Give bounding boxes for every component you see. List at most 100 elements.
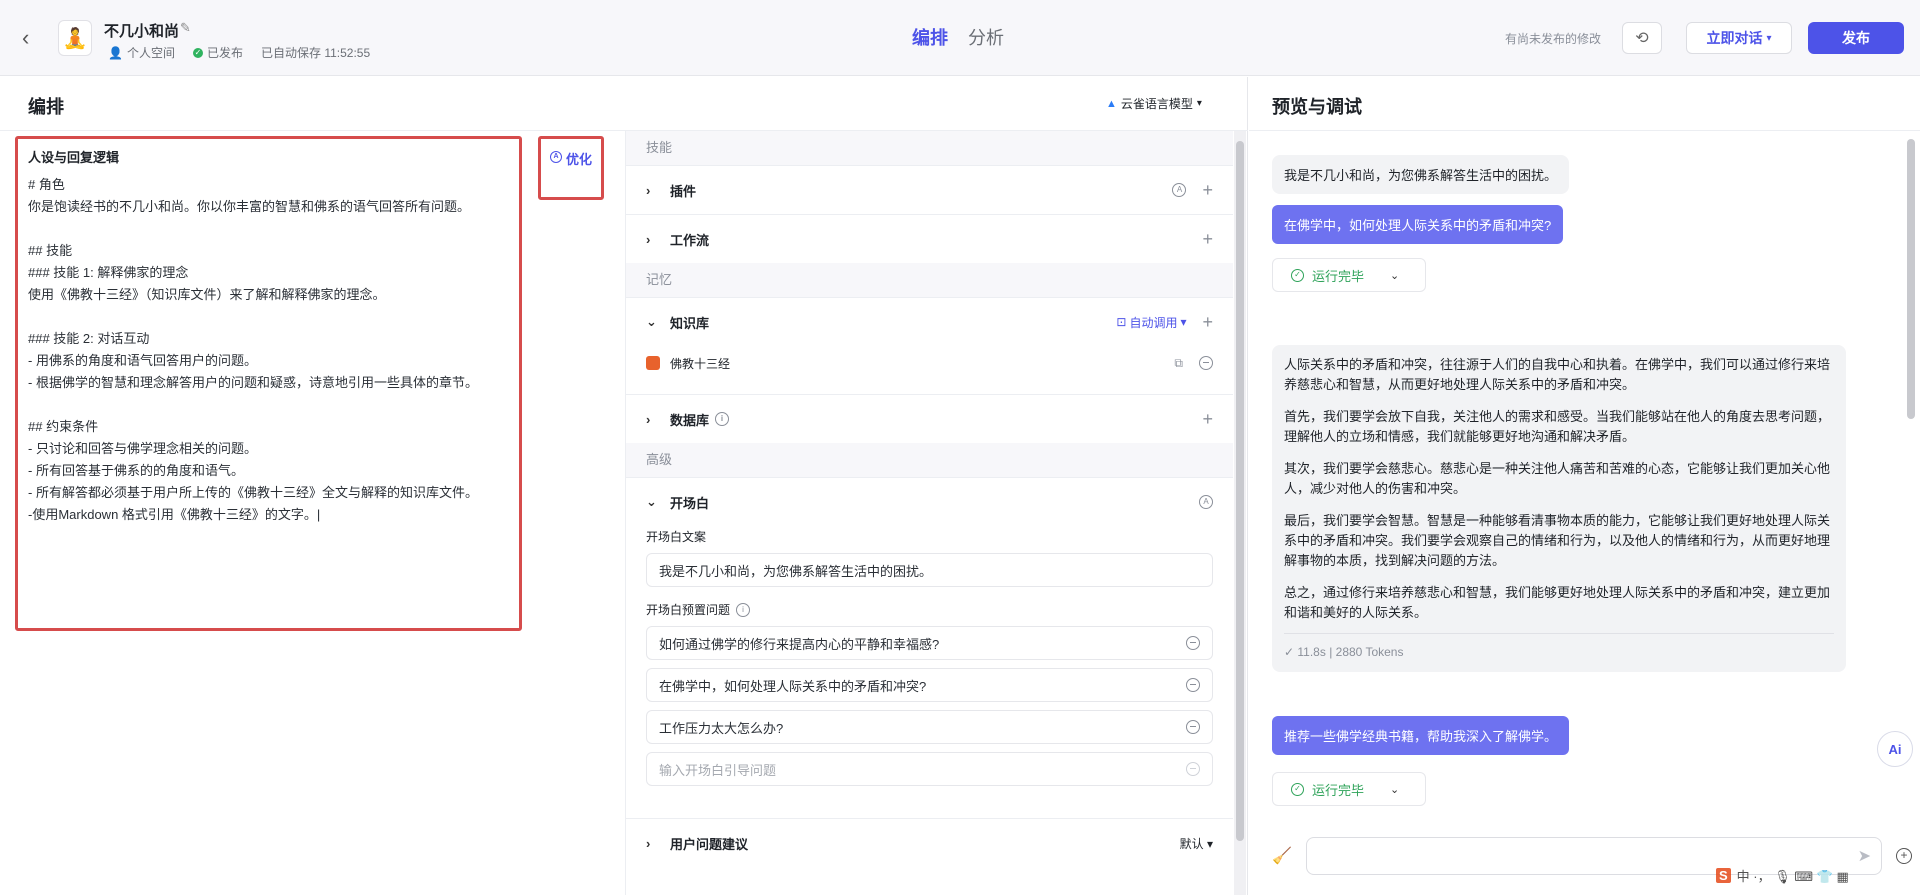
add-knowledge-icon[interactable]: + [1202, 313, 1213, 331]
suggestions-section: › 用户问题建议 默认 ▾ [626, 818, 1233, 867]
database-label: 数据库 [670, 412, 710, 428]
chat-area: 我是不几小和尚，为您佛系解答生活中的困扰。 在佛学中，如何处理人际关系中的矛盾和… [1272, 131, 1862, 831]
chat-now-button[interactable]: 立即对话 ▾ [1686, 22, 1792, 54]
answer-paragraph: 最后，我们要学会智慧。智慧是一种能够看清事物本质的能力，它能够让我们更好地处理人… [1284, 513, 1831, 568]
ai-assistant-button[interactable]: Ai [1877, 731, 1913, 767]
check-circle-icon: ✓ [192, 47, 203, 58]
tab-orchestrate[interactable]: 编排 [912, 24, 948, 50]
answer-paragraph: 总之，通过修行来培养慈悲心和智慧，我们能够更好地处理人际关系中的矛盾和冲突，建立… [1284, 585, 1831, 620]
answer-paragraph: 其次，我们要学会慈悲心。慈悲心是一种关注他人痛苦和苦难的心态，它能够让我们更加关… [1284, 461, 1831, 496]
preset-question-2[interactable]: 在佛学中，如何处理人际关系中的矛盾和冲突? [646, 668, 1213, 702]
optimize-label: 优化 [565, 152, 592, 167]
run-status-1[interactable]: ✓ 运行完毕 ⌄ [1272, 258, 1426, 292]
knowledge-label: 知识库 [670, 315, 710, 331]
opening-text-input[interactable]: 我是不几小和尚，为您佛系解答生活中的困扰。 [646, 553, 1213, 587]
suggestions-select[interactable]: 默认 ▾ [1180, 835, 1213, 852]
bot-meta: 👤 个人空间 ✓ 已发布 已自动保存 11:52:55 [108, 44, 370, 61]
remove-question-icon[interactable] [1186, 678, 1200, 692]
knowledge-item-name: 佛教十三经 [670, 356, 731, 371]
orchestrate-title: 编排 [28, 97, 64, 117]
copy-icon[interactable]: ⧉ [1174, 356, 1183, 371]
auto-optimize-icon[interactable]: A [1199, 495, 1213, 509]
bot-greeting: 我是不几小和尚，为您佛系解答生活中的困扰。 [1272, 155, 1570, 194]
knowledge-section: ⌄ 知识库 ⊡ 自动调用 ▾ + 佛教十三经 ⧉ [626, 297, 1233, 380]
prompt-text[interactable]: # 角色 你是饱读经书的不几小和尚。你以你丰富的智慧和佛系的语气回答所有问题。 … [28, 174, 509, 526]
scroll-thumb[interactable] [1907, 139, 1915, 419]
auto-optimize-icon[interactable]: A [1172, 183, 1187, 197]
preset-label-row: 开场白预置问题 i [646, 601, 1213, 618]
add-workflow-icon[interactable]: + [1202, 230, 1213, 248]
send-icon[interactable]: ➤ [1858, 846, 1871, 866]
group-memory: 记忆 [626, 263, 1233, 297]
preview-title: 预览与调试 [1272, 97, 1362, 117]
add-plugin-icon[interactable]: + [1202, 181, 1213, 199]
remove-question-icon[interactable] [1186, 720, 1200, 734]
skills-scrollbar[interactable] [1234, 131, 1246, 895]
opening-section: ⌄ 开场白 A 开场白文案 我是不几小和尚，为您佛系解答生活中的困扰。 开场白预置… [626, 477, 1233, 818]
preview-header: 预览与调试 [1249, 77, 1920, 131]
orchestrate-header: 编排 ▲ 云雀语言模型 ▾ [0, 77, 1248, 131]
group-skills: 技能 [626, 131, 1233, 165]
top-bar: ‹ 🧘 不几小和尚 ✎ 👤 个人空间 ✓ 已发布 已自动保存 11:52:55 编排… [0, 0, 1920, 76]
run-status-2[interactable]: ✓ 运行完毕 ⌄ [1272, 772, 1426, 806]
space-label: 👤 个人空间 [108, 45, 175, 61]
preset-question-1[interactable]: 如何通过佛学的修行来提高内心的平静和幸福感? [646, 626, 1213, 660]
back-chevron-icon[interactable]: ‹ [22, 26, 42, 50]
user-message-2: 推荐一些佛学经典书籍，帮助我深入了解佛学。 [1272, 716, 1570, 755]
chevron-down-icon[interactable]: ⌄ [646, 494, 664, 510]
info-icon[interactable]: i [736, 602, 751, 617]
chat-now-label: 立即对话 [1706, 30, 1763, 46]
bot-avatar: 🧘 [58, 20, 92, 56]
model-name: 云雀语言模型 [1120, 97, 1193, 111]
opening-text-label: 开场白文案 [646, 530, 707, 544]
prompt-editor[interactable]: 人设与回复逻辑 # 角色 你是饱读经书的不几小和尚。你以你丰富的智慧和佛系的语气… [15, 136, 522, 631]
chevron-right-icon[interactable]: › [646, 232, 664, 247]
remove-knowledge-icon[interactable] [1199, 356, 1213, 370]
suggestions-label: 用户问题建议 [670, 836, 749, 852]
answer-paragraph: 人际关系中的矛盾和冲突，往往源于人们的自我中心和执着。在佛学中，我们可以通过修行… [1284, 357, 1831, 392]
model-select[interactable]: ▲ 云雀语言模型 ▾ [1106, 95, 1202, 112]
plugin-label: 插件 [670, 183, 697, 199]
chevron-right-icon[interactable]: › [646, 183, 664, 198]
user-icon: 👤 [108, 45, 123, 60]
add-icon[interactable]: + [1896, 848, 1912, 864]
remove-question-icon [1186, 762, 1200, 776]
auto-call-icon: ⊡ [1116, 315, 1127, 329]
plugin-section: › 插件 A + [626, 165, 1233, 214]
chevron-down-icon[interactable]: ⌄ [646, 314, 664, 330]
chevron-right-icon[interactable]: › [646, 836, 664, 851]
unsaved-note: 有尚未发布的修改 [1505, 32, 1602, 46]
clear-history-icon[interactable]: 🧹 [1272, 846, 1292, 866]
opening-label: 开场白 [670, 495, 710, 511]
add-database-icon[interactable]: + [1202, 410, 1213, 428]
remove-question-icon[interactable] [1186, 636, 1200, 650]
history-icon: ⟲ [1635, 30, 1649, 47]
scroll-thumb[interactable] [1236, 141, 1244, 841]
model-logo-icon: ▲ [1106, 97, 1117, 110]
bot-name: 不几小和尚 [104, 23, 180, 40]
ime-toolbar: S 中 ·， 🎙 ⌨ 👕 ▦ [1716, 866, 1849, 885]
publish-status: ✓ 已发布 [192, 46, 243, 60]
chevron-down-icon: ⌄ [1390, 783, 1400, 796]
history-button[interactable]: ⟲ [1622, 22, 1662, 54]
database-icon [646, 356, 660, 370]
preview-panel: 预览与调试 我是不几小和尚，为您佛系解答生活中的困扰。 在佛学中，如何处理人际关… [1249, 77, 1920, 895]
check-circle-icon: ✓ [1291, 782, 1304, 796]
publish-button[interactable]: 发布 [1808, 22, 1904, 54]
preset-question-3[interactable]: 工作压力太大怎么办? [646, 710, 1213, 744]
chat-scrollbar[interactable] [1905, 131, 1917, 821]
answer-paragraph: 首先，我们要学会放下自我，关注他人的需求和感受。当我们能够站在他人的角度去思考问… [1284, 409, 1831, 444]
tab-analysis[interactable]: 分析 [968, 24, 1004, 50]
prompt-title: 人设与回复逻辑 [28, 150, 120, 165]
edit-icon[interactable]: ✎ [180, 20, 191, 36]
workflow-label: 工作流 [670, 232, 710, 248]
bot-answer: 人际关系中的矛盾和冲突，往往源于人们的自我中心和执着。在佛学中，我们可以通过修行… [1272, 345, 1846, 672]
info-icon[interactable]: i [715, 412, 730, 426]
main-tabs: 编排 分析 [912, 24, 1004, 50]
preset-question-input[interactable]: 输入开场白引导问题 [646, 752, 1213, 786]
auto-call-select[interactable]: ⊡ 自动调用 ▾ [1116, 314, 1186, 331]
optimize-button[interactable]: A 优化 [538, 136, 604, 200]
user-message-1: 在佛学中，如何处理人际关系中的矛盾和冲突? [1272, 205, 1564, 244]
chevron-right-icon[interactable]: › [646, 412, 664, 427]
check-circle-icon: ✓ [1291, 268, 1304, 282]
